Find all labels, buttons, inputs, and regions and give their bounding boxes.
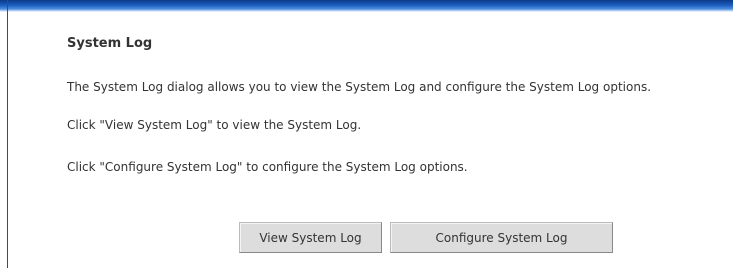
configure-instruction-text: Click "Configure System Log" to configur… xyxy=(67,160,468,174)
description-text: The System Log dialog allows you to view… xyxy=(67,80,652,94)
section-title: System Log xyxy=(67,36,153,51)
view-instruction-text: Click "View System Log" to view the Syst… xyxy=(67,118,362,132)
header-bar xyxy=(0,0,733,12)
view-system-log-button[interactable]: View System Log xyxy=(239,222,382,253)
configure-system-log-button[interactable]: Configure System Log xyxy=(390,222,613,253)
left-border-rule xyxy=(7,0,8,268)
